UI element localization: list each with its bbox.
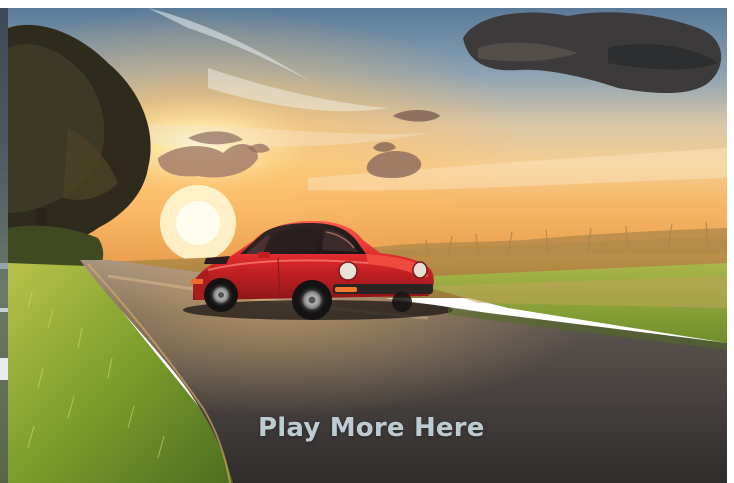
edge-marker xyxy=(0,358,8,380)
right-margin xyxy=(727,0,734,483)
edge-marker xyxy=(0,308,8,312)
play-more-here-link[interactable]: Play More Here xyxy=(258,410,484,446)
ad-banner[interactable]: Play More Here xyxy=(0,0,734,483)
top-border xyxy=(0,0,734,8)
left-edge-strip xyxy=(0,8,8,483)
edge-marker xyxy=(0,263,8,269)
